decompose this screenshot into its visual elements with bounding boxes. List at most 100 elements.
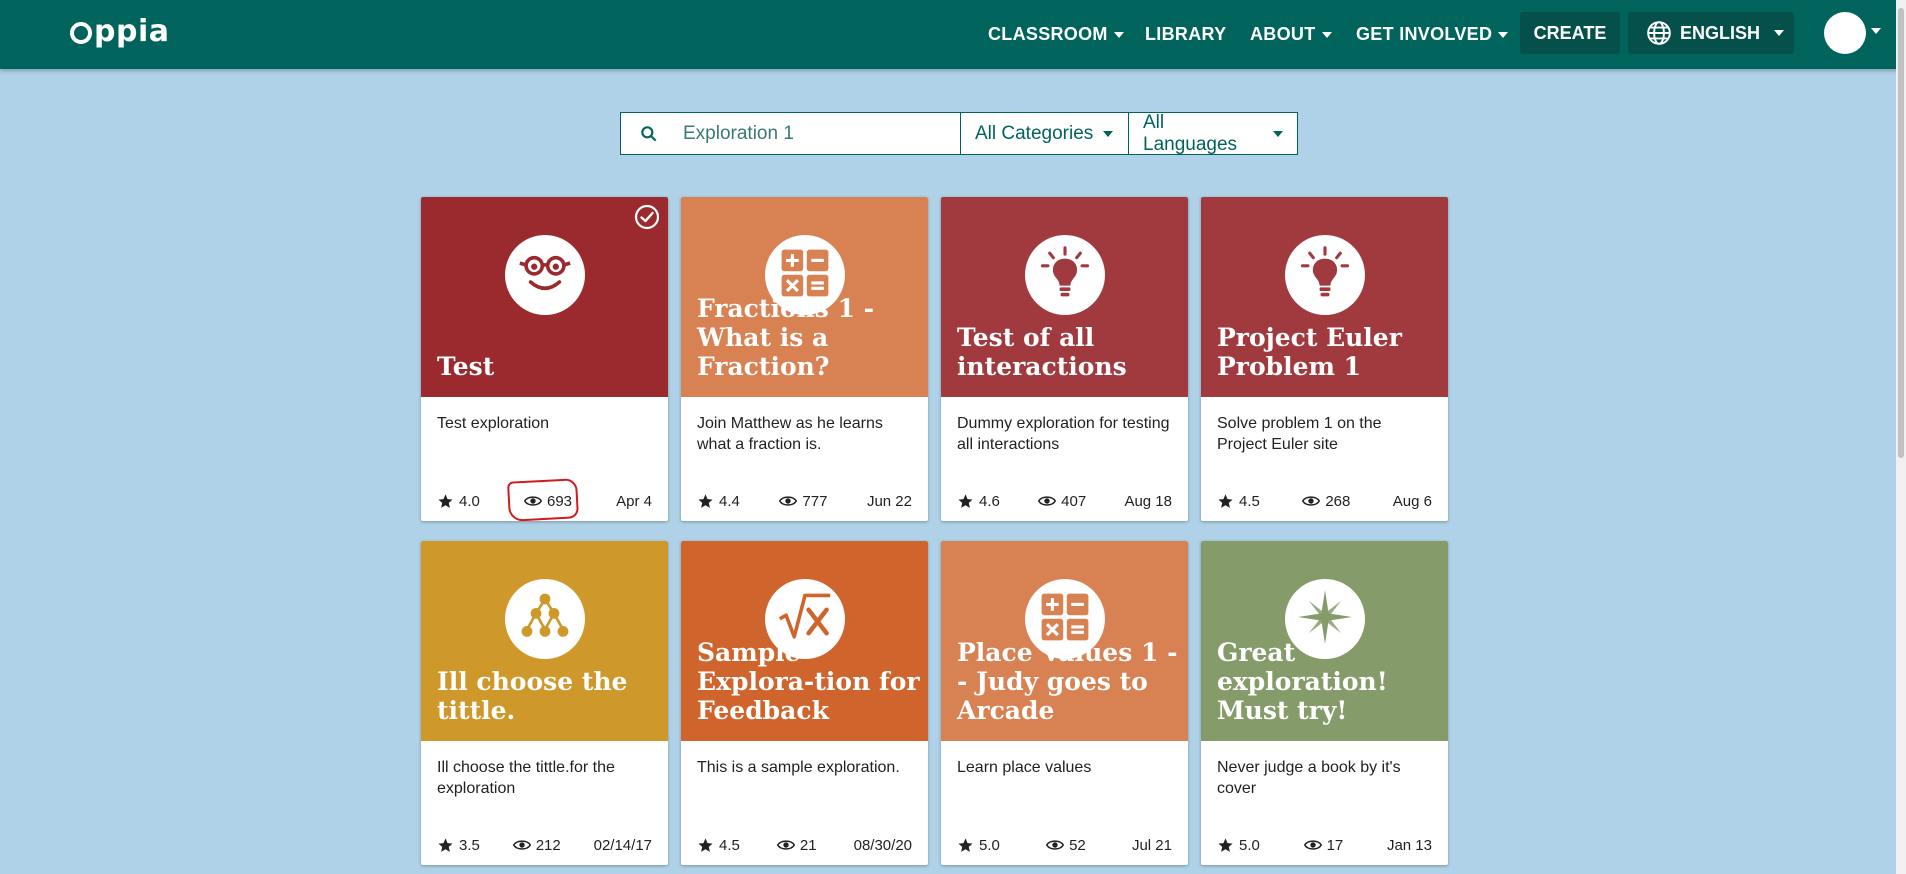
exploration-card[interactable]: Great exploration! Must try! Never judge… bbox=[1201, 541, 1448, 865]
last-updated-date: Jun 22 bbox=[866, 492, 912, 510]
exploration-card[interactable]: Place Values 1 -- Judy goes to Arcade Le… bbox=[941, 541, 1188, 865]
card-header[interactable]: Test of all interactions bbox=[941, 197, 1188, 397]
last-updated-date: Apr 4 bbox=[616, 492, 652, 510]
lightbulb-icon bbox=[1298, 246, 1352, 304]
eye-icon bbox=[512, 838, 536, 852]
tree-diagram-icon bbox=[518, 590, 572, 648]
card-body[interactable]: Ill choose the tittle.for the exploratio… bbox=[421, 741, 668, 865]
card-header[interactable]: Test bbox=[421, 197, 668, 397]
exploration-card[interactable]: Test Test exploration 4.0 693 Apr 4 bbox=[421, 197, 668, 521]
nav-library-label: LIBRARY bbox=[1145, 24, 1227, 44]
views: 21 bbox=[776, 836, 817, 854]
eye-icon bbox=[779, 494, 802, 508]
views: 17 bbox=[1303, 837, 1343, 854]
card-title[interactable]: Fractions 1 - What is a Fraction? bbox=[697, 294, 920, 381]
eye-icon bbox=[1302, 494, 1325, 508]
smiley-glasses-icon bbox=[518, 246, 572, 304]
rating-value: 4.4 bbox=[719, 492, 740, 510]
views: 407 bbox=[1038, 493, 1086, 510]
card-body[interactable]: Never judge a book by it's cover 5.0 17 … bbox=[1201, 741, 1448, 865]
create-button[interactable]: CREATE bbox=[1520, 12, 1620, 54]
exploration-card[interactable]: Project Euler Problem 1 Solve problem 1 … bbox=[1201, 197, 1448, 521]
card-title[interactable]: Great exploration! Must try! bbox=[1217, 638, 1440, 725]
card-title[interactable]: Sample Explora-tion for Feedback bbox=[697, 638, 920, 725]
card-description: Learn place values bbox=[957, 759, 1092, 776]
views-count: 52 bbox=[1069, 836, 1086, 854]
card-stats: 5.0 52 Jul 21 bbox=[957, 835, 1172, 855]
scrollbar-thumb[interactable] bbox=[1898, 8, 1904, 458]
category-dropdown-label: All Categories bbox=[975, 122, 1094, 144]
rating: 4.5 bbox=[1217, 493, 1260, 510]
card-title[interactable]: Test of all interactions bbox=[957, 323, 1180, 381]
card-stats: 5.0 17 Jan 13 bbox=[1217, 835, 1432, 855]
annotation-circle bbox=[507, 478, 579, 522]
language-dropdown-label: All Languages bbox=[1143, 111, 1238, 155]
card-stats: 4.5 268 Aug 6 bbox=[1217, 491, 1432, 511]
card-body[interactable]: Learn place values 5.0 52 Jul 21 bbox=[941, 741, 1188, 865]
chevron-down-icon bbox=[1498, 31, 1509, 38]
card-title[interactable]: Project Euler Problem 1 bbox=[1217, 323, 1440, 381]
last-updated-date: Aug 18 bbox=[1124, 492, 1172, 510]
exploration-card[interactable]: Sample Explora-tion for Feedback This is… bbox=[681, 541, 928, 865]
rating-value: 3.5 bbox=[459, 836, 480, 854]
chevron-down-icon bbox=[1273, 130, 1283, 137]
card-stats: 4.5 21 08/30/20 bbox=[697, 835, 912, 855]
card-thumbnail bbox=[505, 579, 585, 659]
chevron-down-icon bbox=[1774, 30, 1785, 36]
card-header[interactable]: Ill choose the tittle. bbox=[421, 541, 668, 741]
card-header[interactable]: Fractions 1 - What is a Fraction? bbox=[681, 197, 928, 397]
card-title[interactable]: Test bbox=[437, 352, 660, 381]
card-description: Test exploration bbox=[437, 415, 550, 432]
card-thumbnail bbox=[1025, 235, 1105, 315]
card-body[interactable]: Join Matthew as he learns what a fractio… bbox=[681, 397, 928, 521]
card-body[interactable]: Solve problem 1 on the Project Euler sit… bbox=[1201, 397, 1448, 521]
card-title[interactable]: Place Values 1 -- Judy goes to Arcade bbox=[957, 638, 1180, 725]
rating-value: 4.6 bbox=[979, 492, 1000, 510]
card-stats: 4.4 777 Jun 22 bbox=[697, 491, 912, 511]
search-input[interactable] bbox=[683, 122, 943, 145]
nav-about[interactable]: ABOUT bbox=[1250, 24, 1332, 45]
chevron-down-icon bbox=[1103, 130, 1114, 137]
views: 212 bbox=[512, 837, 561, 854]
rating-value: 4.5 bbox=[1239, 492, 1260, 510]
lightbulb-icon bbox=[1038, 246, 1092, 304]
star-icon bbox=[1217, 493, 1239, 510]
language-selector[interactable]: ENGLISH bbox=[1628, 12, 1794, 54]
card-body[interactable]: Dummy exploration for testing all intera… bbox=[941, 397, 1188, 521]
exploration-card[interactable]: Fractions 1 - What is a Fraction? Join M… bbox=[681, 197, 928, 521]
eye-icon bbox=[1046, 838, 1069, 852]
card-thumbnail bbox=[505, 235, 585, 315]
language-label: ENGLISH bbox=[1680, 22, 1761, 43]
nav-get-involved[interactable]: GET INVOLVED bbox=[1356, 24, 1509, 45]
star-icon bbox=[957, 837, 979, 854]
oppia-logo[interactable]: ppia bbox=[70, 14, 169, 49]
rating: 5.0 bbox=[957, 837, 1000, 854]
last-updated-date: Aug 6 bbox=[1392, 492, 1432, 510]
rating: 3.5 bbox=[437, 837, 480, 854]
views-count: 268 bbox=[1325, 492, 1351, 510]
rating: 4.5 bbox=[697, 837, 740, 854]
views-count: 21 bbox=[799, 836, 817, 854]
category-dropdown[interactable]: All Categories bbox=[961, 113, 1129, 154]
star-icon bbox=[957, 493, 979, 510]
card-thumbnail bbox=[1285, 235, 1365, 315]
card-header[interactable]: Place Values 1 -- Judy goes to Arcade bbox=[941, 541, 1188, 741]
rating: 4.6 bbox=[957, 493, 1000, 510]
top-navigation-bar: ppia CLASSROOM LIBRARY ABOUT GET INVOLVE… bbox=[0, 0, 1906, 69]
chevron-down-icon[interactable] bbox=[1871, 28, 1881, 34]
chevron-down-icon bbox=[1321, 31, 1332, 38]
eye-icon bbox=[1038, 494, 1061, 508]
exploration-card[interactable]: Ill choose the tittle. Ill choose the ti… bbox=[421, 541, 668, 865]
card-title[interactable]: Ill choose the tittle. bbox=[437, 667, 660, 725]
last-updated-date: Jul 21 bbox=[1131, 836, 1172, 854]
card-header[interactable]: Great exploration! Must try! bbox=[1201, 541, 1448, 741]
avatar[interactable] bbox=[1824, 12, 1866, 54]
nav-library[interactable]: LIBRARY bbox=[1145, 24, 1226, 45]
nav-classroom[interactable]: CLASSROOM bbox=[988, 24, 1124, 45]
card-header[interactable]: Project Euler Problem 1 bbox=[1201, 197, 1448, 397]
language-dropdown[interactable]: All Languages bbox=[1129, 111, 1297, 155]
star-icon bbox=[437, 837, 459, 854]
card-header[interactable]: Sample Explora-tion for Feedback bbox=[681, 541, 928, 741]
exploration-card[interactable]: Test of all interactions Dummy explorati… bbox=[941, 197, 1188, 521]
card-body[interactable]: This is a sample exploration. 4.5 21 08/… bbox=[681, 741, 928, 865]
